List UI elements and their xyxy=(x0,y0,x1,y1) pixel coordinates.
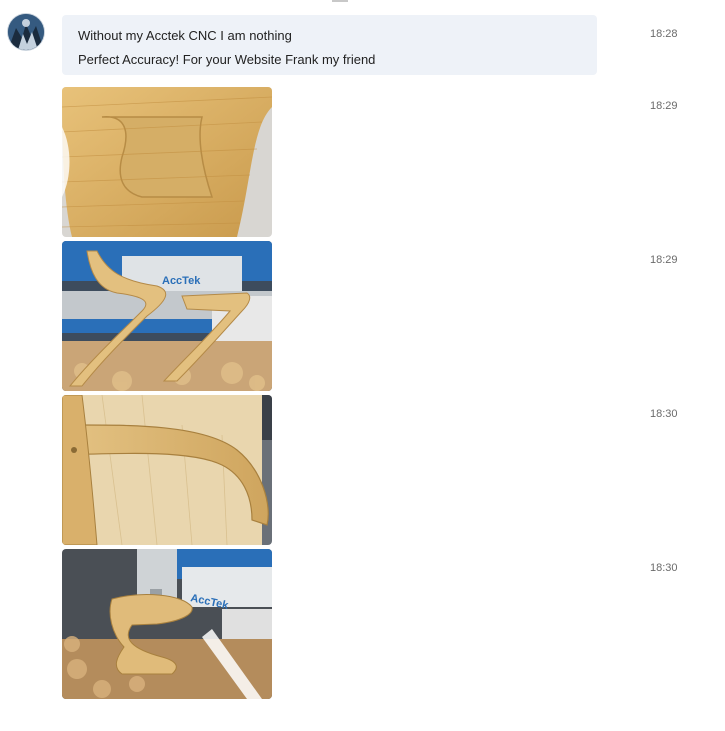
image-timestamp: 18:29 xyxy=(650,254,678,266)
chair-under-spindle-image: AccTek xyxy=(62,549,272,699)
image-timestamp: 18:30 xyxy=(650,562,678,574)
image-timestamp: 18:30 xyxy=(650,408,678,420)
text-message-bubble[interactable]: Without my Acctek CNC I am nothing Perfe… xyxy=(62,15,597,75)
oak-seat-closeup-image xyxy=(62,87,272,237)
message-line-1: Without my Acctek CNC I am nothing xyxy=(78,28,292,43)
machine-logo: AccTek xyxy=(162,275,201,287)
image-message-seat-closeup[interactable] xyxy=(62,87,272,237)
message-timestamp: 18:28 xyxy=(650,28,678,40)
image-message-armrest-closeup[interactable] xyxy=(62,395,272,545)
image-message-chair-on-cnc[interactable]: AccTek xyxy=(62,241,272,391)
message-line-2: Perfect Accuracy! For your Website Frank… xyxy=(78,52,376,67)
armrest-closeup-image xyxy=(62,395,272,545)
user-avatar-icon xyxy=(8,14,44,50)
sender-avatar[interactable] xyxy=(8,14,44,50)
image-timestamp: 18:29 xyxy=(650,100,678,112)
zigzag-chair-cnc-image: AccTek xyxy=(62,241,272,391)
image-message-chair-under-spindle[interactable]: AccTek xyxy=(62,549,272,699)
previous-message-fragment xyxy=(330,0,350,2)
